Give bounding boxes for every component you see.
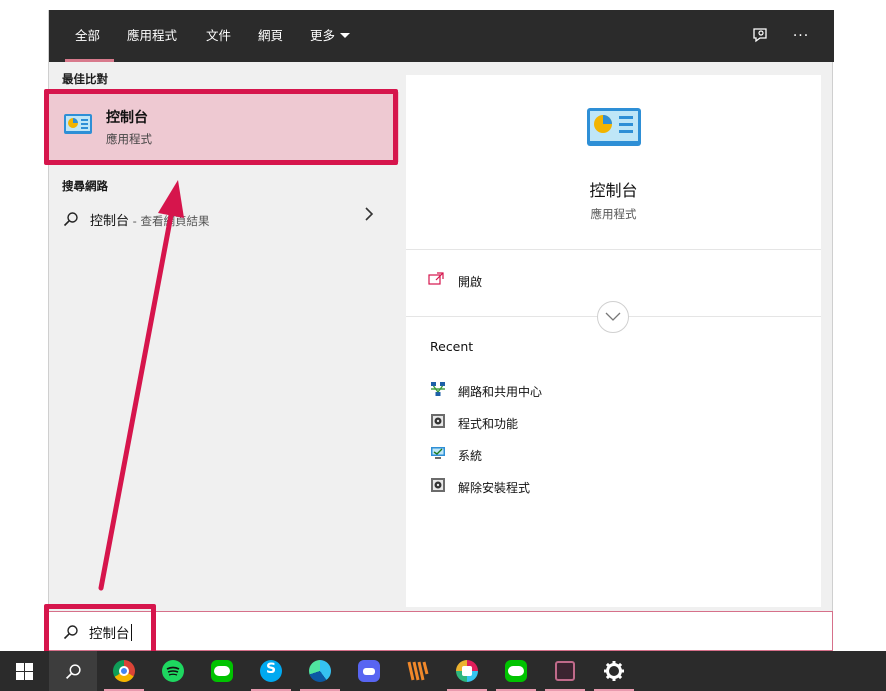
taskbar-slack[interactable] — [443, 651, 491, 691]
settings-gear-icon — [604, 661, 624, 681]
taskbar-discord[interactable] — [345, 651, 393, 691]
spotify-waves — [166, 666, 180, 676]
onenote-icon — [555, 661, 575, 681]
screen: 全部 應用程式 文件 網頁 更多 ··· 最佳比對 控制台 應用程式 搜尋網路 … — [0, 0, 886, 691]
taskbar-winamp[interactable] — [394, 651, 442, 691]
annotation-arrow — [98, 180, 184, 591]
taskbar-chrome[interactable] — [100, 651, 148, 691]
line-bubble — [508, 666, 524, 676]
taskbar-line[interactable] — [198, 651, 246, 691]
skype-letter: S — [265, 661, 277, 677]
taskbar-search-button[interactable] — [49, 651, 97, 691]
taskbar-spotify[interactable] — [149, 651, 197, 691]
search-icon — [65, 664, 81, 680]
taskbar-settings[interactable] — [590, 651, 638, 691]
slack-center — [462, 666, 472, 676]
taskbar-onenote[interactable] — [541, 651, 589, 691]
taskbar: S — [0, 651, 886, 691]
winamp-icon — [407, 661, 429, 681]
taskbar-edge[interactable] — [296, 651, 344, 691]
windows-start-button[interactable] — [0, 651, 48, 691]
windows-start-icon — [16, 663, 33, 680]
taskbar-line-2[interactable] — [492, 651, 540, 691]
edge-icon — [309, 660, 331, 682]
line-bubble — [214, 666, 230, 676]
taskbar-skype[interactable]: S — [247, 651, 295, 691]
chrome-icon-center — [119, 666, 129, 676]
discord-face — [363, 668, 375, 675]
